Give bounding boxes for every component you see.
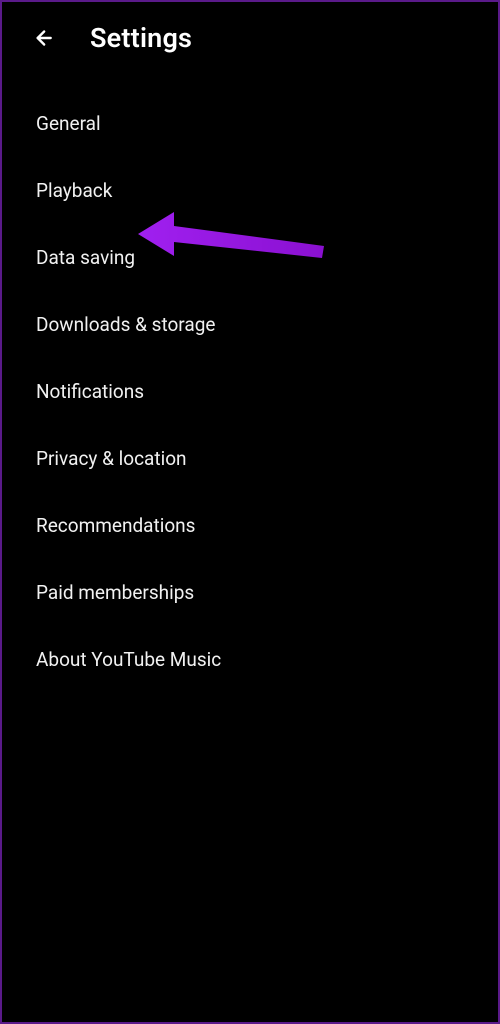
menu-item-recommendations[interactable]: Recommendations	[2, 492, 498, 559]
menu-item-downloads-storage[interactable]: Downloads & storage	[2, 291, 498, 358]
menu-item-playback[interactable]: Playback	[2, 157, 498, 224]
header: Settings	[2, 2, 498, 78]
menu-item-data-saving[interactable]: Data saving	[2, 224, 498, 291]
back-arrow-icon	[29, 25, 55, 51]
menu-item-paid-memberships[interactable]: Paid memberships	[2, 559, 498, 626]
page-title: Settings	[90, 22, 192, 54]
back-button[interactable]	[26, 22, 58, 54]
settings-menu: General Playback Data saving Downloads &…	[2, 78, 498, 705]
menu-item-general[interactable]: General	[2, 90, 498, 157]
menu-item-about[interactable]: About YouTube Music	[2, 626, 498, 693]
menu-item-notifications[interactable]: Notifications	[2, 358, 498, 425]
menu-item-privacy-location[interactable]: Privacy & location	[2, 425, 498, 492]
